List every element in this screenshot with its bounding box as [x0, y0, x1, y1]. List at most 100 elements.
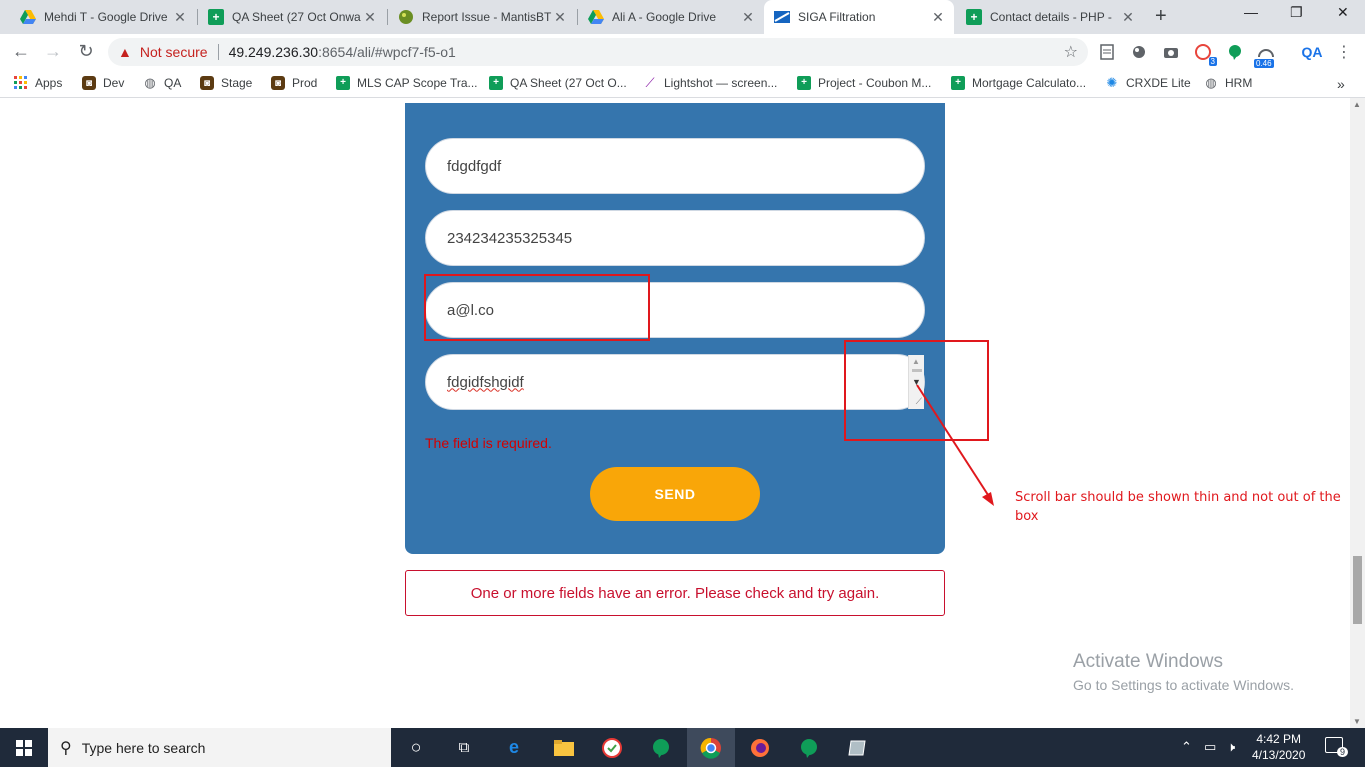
bookmark-stage[interactable]: ◙ Stage	[200, 76, 252, 90]
bookmarks-overflow-chevron-icon[interactable]: »	[1337, 76, 1345, 92]
bookmarks-bar: Apps ◙ Dev ◍ QA ◙ Stage ◙ Prod + MLS CAP…	[0, 70, 1365, 98]
clock-time: 4:42 PM	[1256, 732, 1302, 746]
camera-icon[interactable]	[1161, 42, 1181, 62]
browser-tab-strip: Mehdi T - Google Drive ✕ + QA Sheet (27 …	[0, 0, 1365, 34]
google-sheets-icon: +	[797, 76, 811, 90]
search-icon: ⚲	[60, 739, 72, 757]
annotation-note: Scroll bar should be shown thin and not …	[1015, 490, 1341, 524]
forward-arrow-icon[interactable]: →	[42, 41, 64, 62]
tab-mehdi-drive[interactable]: Mehdi T - Google Drive ✕	[10, 0, 196, 34]
stage-icon: ◙	[200, 76, 214, 90]
back-arrow-icon[interactable]: ←	[10, 41, 32, 62]
bookmark-prod[interactable]: ◙ Prod	[271, 76, 317, 90]
edge-browser-icon[interactable]: e	[490, 728, 538, 767]
notes-app-icon[interactable]	[833, 728, 881, 767]
speedometer-extension-icon[interactable]: 0.46	[1254, 42, 1276, 68]
lastpass-extension-icon[interactable]: 3	[1193, 42, 1217, 66]
close-icon[interactable]: ✕	[930, 9, 946, 26]
google-sheets-icon: +	[966, 9, 982, 25]
taskbar-search-placeholder: Type here to search	[81, 739, 206, 756]
bookmark-label: Mortgage Calculato...	[972, 76, 1087, 90]
tab-qa-sheet[interactable]: + QA Sheet (27 Oct Onwa ✕	[198, 0, 386, 34]
taskbar-search-box[interactable]: ⚲ Type here to search	[48, 728, 391, 767]
hangouts-extension-icon[interactable]	[1225, 42, 1245, 62]
tray-chevron-up-icon[interactable]: ⌃	[1181, 739, 1192, 755]
bookmark-lightshot[interactable]: ⟋ Lightshot — screen...	[643, 75, 778, 90]
bookmark-qa-sheet[interactable]: + QA Sheet (27 Oct O...	[489, 76, 627, 90]
address-bar[interactable]: ▲ Not secure 49.249.236.30 :8654/ali/#wp…	[108, 38, 1088, 66]
chrome-menu-icon[interactable]: ⋮	[1334, 42, 1354, 62]
dev-icon: ◙	[82, 76, 96, 90]
volume-muted-icon[interactable]: 🕨	[1227, 739, 1235, 755]
google-sheets-icon: +	[489, 76, 503, 90]
google-sheets-icon: +	[208, 9, 224, 25]
clock-app-icon[interactable]	[588, 728, 636, 767]
close-icon[interactable]: ✕	[552, 9, 568, 26]
hangouts-app-icon[interactable]	[637, 728, 685, 767]
google-sheets-icon: +	[336, 76, 350, 90]
circle-extension-icon[interactable]	[1129, 42, 1149, 62]
tab-siga-filtration[interactable]: SIGA Filtration ✕	[764, 0, 954, 34]
url-host: 49.249.236.30	[228, 44, 319, 60]
extension-badge: 3	[1208, 57, 1217, 66]
qa-extension-icon[interactable]: QA	[1298, 42, 1326, 62]
tab-title: SIGA Filtration	[798, 10, 876, 24]
google-drive-icon	[588, 9, 604, 25]
bookmark-label: Apps	[35, 76, 63, 90]
url-path: :8654/ali/#wpcf7-f5-o1	[318, 44, 456, 60]
globe-icon: ◍	[1205, 75, 1217, 90]
bookmark-star-icon[interactable]: ☆	[1064, 42, 1078, 62]
bookmark-mls-cap[interactable]: + MLS CAP Scope Tra...	[336, 76, 478, 90]
bookmark-hrm[interactable]: ◍ HRM	[1204, 75, 1252, 90]
chrome-taskbar-icon[interactable]	[687, 728, 735, 767]
globe-icon: ◍	[144, 75, 156, 90]
close-icon[interactable]: ✕	[362, 9, 378, 26]
close-icon[interactable]: ✕	[172, 9, 188, 26]
page-scrollbar-thumb[interactable]	[1353, 556, 1362, 624]
siga-icon	[774, 9, 790, 25]
action-center-icon[interactable]: 9	[1325, 737, 1348, 757]
bookmark-label: QA Sheet (27 Oct O...	[510, 76, 627, 90]
clock-date: 4/13/2020	[1252, 748, 1306, 762]
tab-ali-drive[interactable]: Ali A - Google Drive ✕	[578, 0, 764, 34]
bookmark-crxde[interactable]: ✺ CRXDE Lite	[1105, 75, 1191, 90]
omnibox-separator	[217, 44, 219, 60]
mantisbt-icon	[398, 9, 414, 25]
cortana-icon[interactable]: ○	[392, 728, 440, 767]
reload-icon[interactable]: ↻	[75, 41, 97, 62]
file-explorer-icon[interactable]	[540, 728, 588, 767]
network-icon[interactable]: ▭	[1204, 739, 1216, 755]
firefox-icon[interactable]	[736, 728, 784, 767]
close-icon[interactable]: ✕	[740, 9, 756, 26]
task-view-icon[interactable]: ⧉	[440, 728, 488, 767]
windows-start-icon[interactable]	[0, 728, 48, 767]
bookmark-apps[interactable]: Apps	[14, 76, 62, 90]
scroll-up-arrow-icon[interactable]: ▲	[1353, 100, 1361, 109]
tab-title: Report Issue - MantisBT	[422, 10, 552, 24]
pdf-extension-icon[interactable]	[1097, 42, 1117, 62]
bookmark-mortgage[interactable]: + Mortgage Calculato...	[951, 76, 1086, 90]
tab-contact-details[interactable]: + Contact details - PHP - ✕	[956, 0, 1144, 34]
annotation-arrow	[916, 384, 994, 506]
bookmark-label: MLS CAP Scope Tra...	[357, 76, 478, 90]
not-secure-label[interactable]: Not secure	[140, 44, 208, 60]
minimize-icon[interactable]: —	[1244, 4, 1258, 20]
watermark-subtitle: Go to Settings to activate Windows.	[1073, 677, 1294, 693]
crxde-icon: ✺	[1106, 75, 1118, 90]
new-tab-icon[interactable]: +	[1155, 5, 1167, 28]
restore-icon[interactable]: ❐	[1290, 4, 1303, 21]
bookmark-project-coubon[interactable]: + Project - Coubon M...	[797, 76, 931, 90]
tab-mantis[interactable]: Report Issue - MantisBT ✕	[388, 0, 576, 34]
hangouts-app-icon[interactable]	[785, 728, 833, 767]
watermark-title: Activate Windows	[1073, 651, 1223, 672]
prod-icon: ◙	[271, 76, 285, 90]
window-close-icon[interactable]: ✕	[1337, 4, 1349, 21]
bookmark-qa[interactable]: ◍ QA	[143, 75, 181, 90]
scroll-down-arrow-icon[interactable]: ▼	[1353, 717, 1361, 726]
taskbar-clock[interactable]: 4:42 PM 4/13/2020	[1252, 731, 1305, 763]
page-scrollbar[interactable]: ▲ ▼	[1350, 98, 1365, 728]
close-icon[interactable]: ✕	[1120, 9, 1136, 26]
bookmark-label: Lightshot — screen...	[664, 76, 778, 90]
apps-grid-icon	[14, 76, 28, 90]
bookmark-dev[interactable]: ◙ Dev	[82, 76, 124, 90]
